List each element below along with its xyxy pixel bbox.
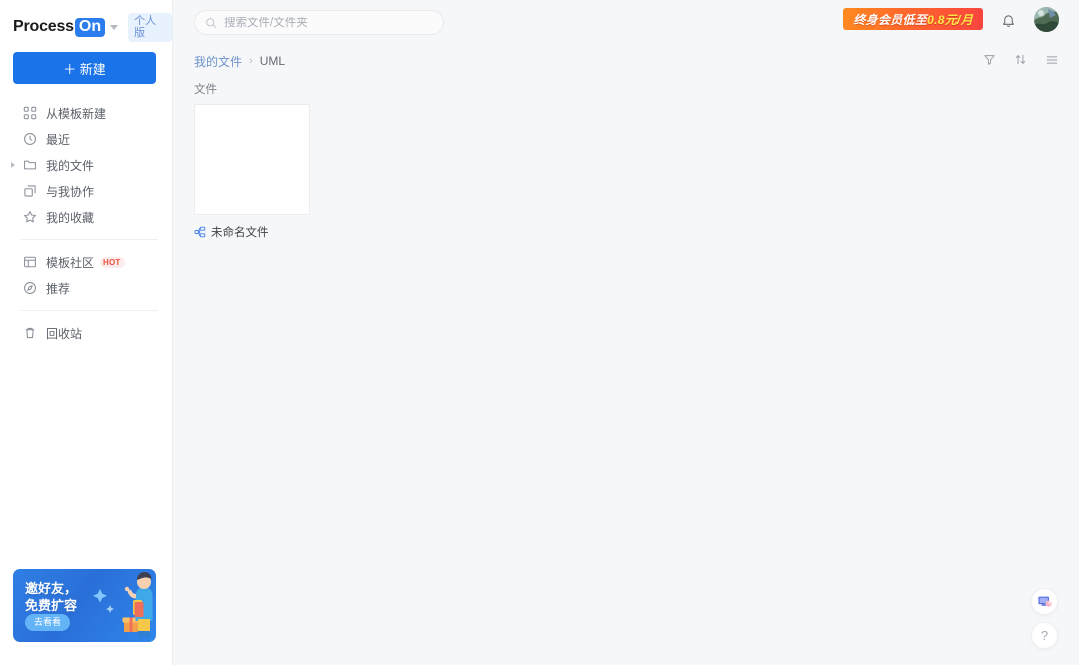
- breadcrumb: 我的文件 › UML: [173, 44, 1079, 78]
- sidebar-nav: 从模板新建 最近 我的文件 与我协作 我的收藏 模板社区 HOT 推荐 回收站: [0, 100, 172, 346]
- sidebar-item-trash[interactable]: 回收站: [6, 320, 166, 346]
- sidebar-item-label: 最近: [46, 132, 71, 147]
- invite-promo-button[interactable]: 去看看: [25, 614, 71, 631]
- sidebar-item-favorites[interactable]: 我的收藏: [6, 204, 166, 230]
- avatar[interactable]: [1034, 7, 1059, 32]
- list-view-icon[interactable]: [1042, 50, 1061, 69]
- sidebar-item-recommend[interactable]: 推荐: [6, 275, 166, 301]
- feedback-monitor-icon: [1037, 596, 1052, 607]
- share-icon: [22, 184, 37, 199]
- flowchart-icon: [194, 226, 206, 238]
- app-root: Process On 个人版 ＋ 新建 从模板新建 最近 我的文件 与我协作 我…: [0, 0, 1079, 665]
- sidebar-item-label: 回收站: [46, 326, 83, 341]
- hot-badge: HOT: [100, 256, 125, 268]
- breadcrumb-item-current: UML: [259, 54, 286, 68]
- invite-promo-text: 邀好友， 免费扩容: [25, 580, 77, 614]
- membership-banner-text: 终身会员低至: [853, 12, 928, 27]
- compass-icon: [22, 281, 37, 296]
- sidebar-item-recent[interactable]: 最近: [6, 126, 166, 152]
- template-grid-icon: [22, 106, 37, 121]
- content-toolbar: [980, 50, 1061, 69]
- file-card[interactable]: 未命名文件: [194, 104, 310, 240]
- help-label: ?: [1040, 628, 1049, 643]
- sidebar: Process On 个人版 ＋ 新建 从模板新建 最近 我的文件 与我协作 我…: [0, 0, 173, 665]
- sidebar-item-my-files[interactable]: 我的文件: [6, 152, 166, 178]
- new-file-button[interactable]: ＋ 新建: [13, 52, 156, 84]
- invite-friends-promo[interactable]: 邀好友， 免费扩容 去看看: [13, 569, 156, 642]
- sidebar-divider: [20, 239, 158, 240]
- logo-badge: On: [74, 17, 106, 37]
- breadcrumb-separator-icon: ›: [249, 55, 253, 67]
- topbar: 终身会员低至 0.8元/月: [173, 0, 1079, 44]
- new-file-button-label: ＋ 新建: [63, 61, 106, 77]
- logo-text: Process: [13, 18, 74, 35]
- edition-badge: 个人版: [128, 12, 172, 42]
- folder-icon: [22, 158, 37, 173]
- sidebar-item-shared-with-me[interactable]: 与我协作: [6, 178, 166, 204]
- invite-promo-line2: 免费扩容: [25, 598, 78, 613]
- file-name: 未命名文件: [211, 227, 269, 239]
- sidebar-item-template-community[interactable]: 模板社区 HOT: [6, 249, 166, 275]
- bell-icon[interactable]: [999, 12, 1017, 30]
- expand-arrow-icon[interactable]: [11, 162, 15, 168]
- file-thumbnail[interactable]: [194, 104, 310, 215]
- sidebar-item-label: 从模板新建: [46, 106, 107, 121]
- sidebar-item-label: 我的收藏: [46, 210, 95, 225]
- file-name-row: 未命名文件: [194, 224, 310, 240]
- help-button[interactable]: ?: [1031, 622, 1058, 649]
- search-icon: [205, 17, 217, 29]
- sidebar-item-label: 与我协作: [46, 184, 95, 199]
- membership-banner-price: 0.8元/月: [927, 12, 973, 27]
- trash-icon: [22, 326, 37, 341]
- chevron-down-icon[interactable]: [110, 24, 119, 30]
- invite-illustration-icon: [93, 572, 153, 637]
- sidebar-item-label: 我的文件: [46, 158, 95, 173]
- feedback-button[interactable]: [1031, 588, 1058, 615]
- filter-icon[interactable]: [980, 50, 999, 69]
- sidebar-item-label: 推荐: [46, 281, 71, 296]
- sidebar-item-from-template[interactable]: 从模板新建: [6, 100, 166, 126]
- sidebar-divider: [20, 310, 158, 311]
- membership-promo-banner[interactable]: 终身会员低至 0.8元/月: [843, 8, 983, 30]
- main-area: 终身会员低至 0.8元/月 我的文件: [173, 0, 1079, 665]
- search-box[interactable]: [194, 10, 444, 35]
- invite-promo-line1: 邀好友，: [25, 581, 78, 596]
- sort-icon[interactable]: [1011, 50, 1030, 69]
- file-grid: 未命名文件: [173, 104, 1079, 240]
- clock-icon: [22, 132, 37, 147]
- star-icon: [22, 210, 37, 225]
- sidebar-item-label: 模板社区: [46, 255, 95, 270]
- community-icon: [22, 255, 37, 270]
- section-label: 文件: [194, 84, 217, 96]
- search-input[interactable]: [224, 16, 424, 29]
- breadcrumb-item-root[interactable]: 我的文件: [194, 53, 242, 70]
- brand[interactable]: Process On 个人版: [0, 0, 172, 42]
